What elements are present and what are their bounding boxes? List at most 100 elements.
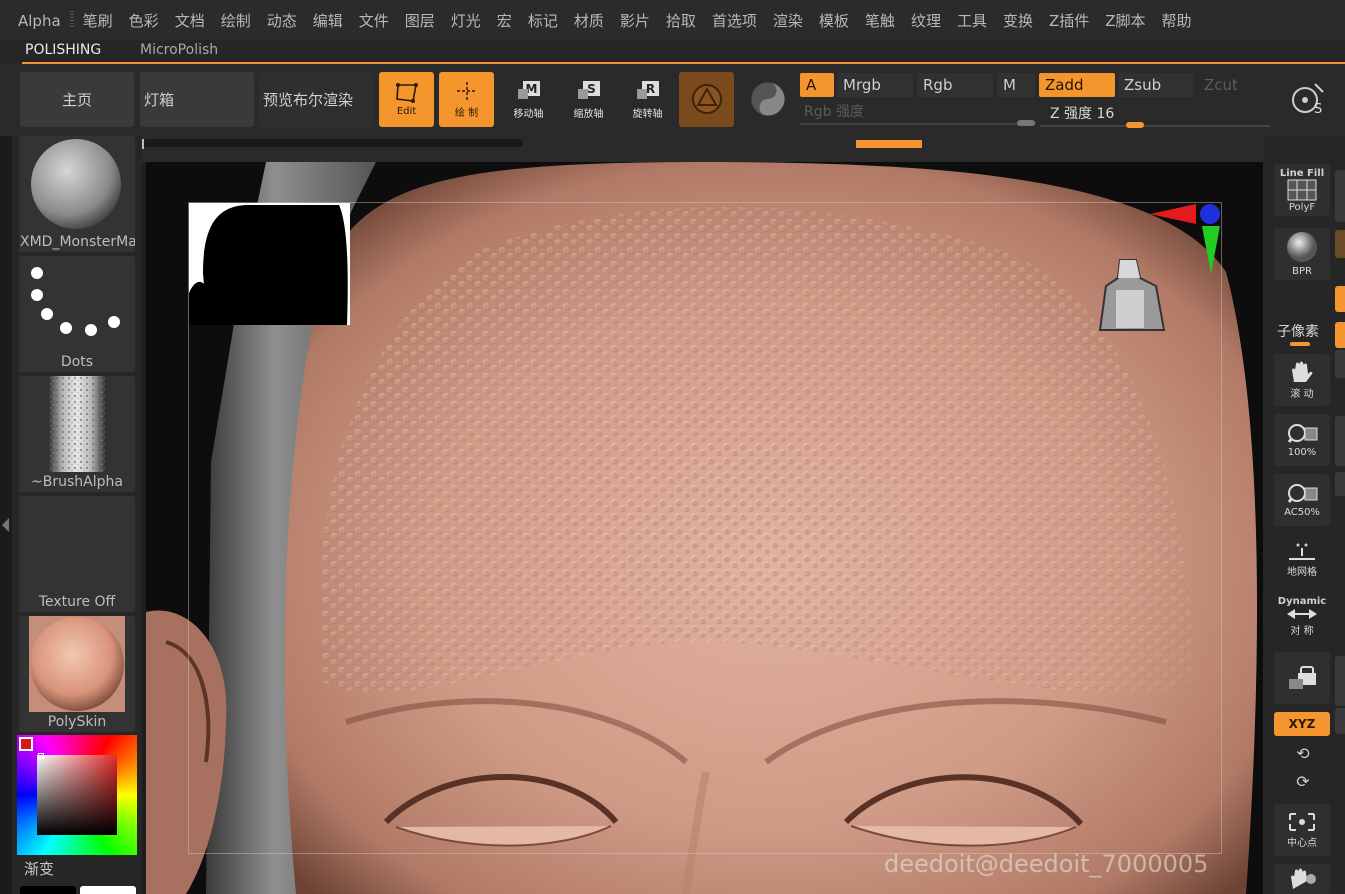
bpr-button[interactable]: BPR [1274,228,1330,280]
menu-material[interactable]: 材质 [566,0,612,40]
symmetry-button[interactable]: Dynamic 对 称 [1274,590,1330,642]
edge-button-2[interactable] [1335,230,1345,258]
menu-dynamics[interactable]: 动态 [259,0,305,40]
watermark-text: deedoit@deedoit_7000005 [884,850,1209,878]
tab-polishing[interactable]: POLISHING [25,40,101,62]
brush-sphere-icon [31,139,121,229]
rotate-z-icon[interactable]: ⟳ [1293,772,1313,792]
menu-edit[interactable]: 编辑 [305,0,351,40]
menu-document[interactable]: 文档 [167,0,213,40]
center-point-icon [1289,813,1315,831]
color-cursor[interactable] [38,753,44,759]
menu-movie[interactable]: 影片 [612,0,658,40]
edge-button-8[interactable] [1335,656,1345,706]
center-point-label: 中心点 [1287,838,1317,849]
zadd-toggle[interactable]: Zadd [1039,73,1115,97]
z-intensity-knob[interactable] [1126,122,1144,128]
ac50-button[interactable]: AC50% [1274,474,1330,526]
rotate-button[interactable]: R 旋转轴 [620,72,675,127]
preview-boolean-button[interactable]: 预览布尔渲染 [259,72,373,127]
home-button[interactable]: 主页 [20,72,134,127]
scroll-button[interactable]: 滚 动 [1274,354,1330,406]
edge-button-7[interactable] [1335,472,1345,496]
zcut-toggle[interactable]: Zcut [1198,73,1268,97]
stroke-thumbnail[interactable]: Dots [19,256,135,372]
alpha-channel-toggle[interactable]: A [800,73,834,97]
menu-picker[interactable]: 拾取 [658,0,704,40]
collapse-arrow-icon[interactable] [2,518,9,532]
zoom-100-label: 100% [1287,447,1317,458]
scale-button[interactable]: S 缩放轴 [561,72,616,127]
linefill-button[interactable]: Line Fill PolyF [1274,164,1330,216]
lock-camera-button[interactable] [1274,652,1330,704]
menu-help[interactable]: 帮助 [1154,0,1200,40]
material-thumbnail[interactable]: PolySkin [19,616,135,732]
edge-button-3[interactable] [1335,286,1345,312]
menu-draw[interactable]: 绘制 [213,0,259,40]
view-cube-icon[interactable] [1092,254,1172,344]
gradient-label[interactable]: 渐变 [24,858,54,879]
edge-button-9[interactable] [1335,708,1345,734]
rgb-toggle[interactable]: Rgb [917,73,993,97]
move-view-button[interactable] [1274,864,1330,894]
rotate-y-icon[interactable]: ⟲ [1293,744,1313,764]
menu-macro[interactable]: 宏 [489,0,520,40]
lightbox-button[interactable]: 灯箱 [140,72,254,127]
menu-zscript[interactable]: Z脚本 [1097,0,1153,40]
spotlight-button[interactable]: S [1282,72,1332,127]
menu-alpha[interactable]: Alpha [10,0,69,40]
current-color-swatch[interactable] [19,737,33,751]
floor-grid-button[interactable]: 地网格 [1274,534,1330,586]
edge-button-5[interactable] [1335,350,1345,378]
left-tray-edge[interactable] [0,136,12,894]
main-color-swatch[interactable] [20,886,76,894]
edge-button-4[interactable] [1335,322,1345,348]
color-picker[interactable] [17,735,137,855]
menu-texture[interactable]: 纹理 [903,0,949,40]
edge-button-6[interactable] [1335,416,1345,466]
zsub-toggle[interactable]: Zsub [1118,73,1194,97]
edit-icon [395,83,418,103]
menu-render[interactable]: 渲染 [765,0,811,40]
color-saturation-square[interactable] [37,755,117,835]
texture-thumbnail[interactable]: Texture Off [19,496,135,612]
material-sphere-button[interactable] [679,72,734,127]
menu-stencil[interactable]: 模板 [811,0,857,40]
edit-mode-button[interactable]: Edit [379,72,434,127]
menu-file[interactable]: 文件 [351,0,397,40]
menu-layer[interactable]: 图层 [397,0,443,40]
menu-light[interactable]: 灯光 [443,0,489,40]
menu-transform[interactable]: 变换 [995,0,1041,40]
menu-preferences[interactable]: 首选项 [704,0,765,40]
scale-icon: S [577,81,600,99]
menu-marker[interactable]: 标记 [520,0,566,40]
rgb-intensity-knob[interactable] [1017,120,1035,126]
edge-button-1[interactable] [1335,170,1345,222]
menu-stroke[interactable]: 笔触 [857,0,903,40]
material-name: PolySkin [47,714,107,730]
move-button[interactable]: M 移动轴 [501,72,556,127]
left-tray: XMD_MonsterMa Dots ~BrushAlpha Texture O… [0,136,142,894]
subpixel-slider-knob[interactable] [1290,342,1310,346]
xyz-rotate-toggle[interactable]: XYZ [1274,712,1330,736]
ruler-active-marker[interactable] [856,140,922,148]
draw-mode-button[interactable]: 绘 制 [439,72,494,127]
alpha-thumbnail[interactable]: ~BrushAlpha [19,376,135,492]
brush-thumbnail[interactable]: XMD_MonsterMa [19,136,135,252]
rgb-intensity-slider[interactable] [800,123,1036,125]
spotlight-icon: S [1292,82,1324,117]
m-toggle[interactable]: M [997,73,1035,97]
center-point-button[interactable]: 中心点 [1274,804,1330,856]
secondary-color-swatch[interactable] [80,886,136,894]
gyro-button[interactable] [740,72,795,127]
menu-zplugin[interactable]: Z插件 [1041,0,1097,40]
zoom-100-button[interactable]: 100% [1274,414,1330,466]
menu-tool[interactable]: 工具 [949,0,995,40]
tab-micropolish[interactable]: MicroPolish [140,40,218,62]
top-shelf: 主页 灯箱 预览布尔渲染 Edit 绘 制 M 移动轴 S 缩放轴 R 旋转轴 … [0,64,1345,136]
menu-brush[interactable]: 笔刷 [75,0,121,40]
menu-color[interactable]: 色彩 [121,0,167,40]
viewport-canvas[interactable]: deedoit@deedoit_7000005 [146,162,1263,894]
mrgb-toggle[interactable]: Mrgb [837,73,913,97]
z-intensity-slider[interactable] [1040,125,1270,127]
